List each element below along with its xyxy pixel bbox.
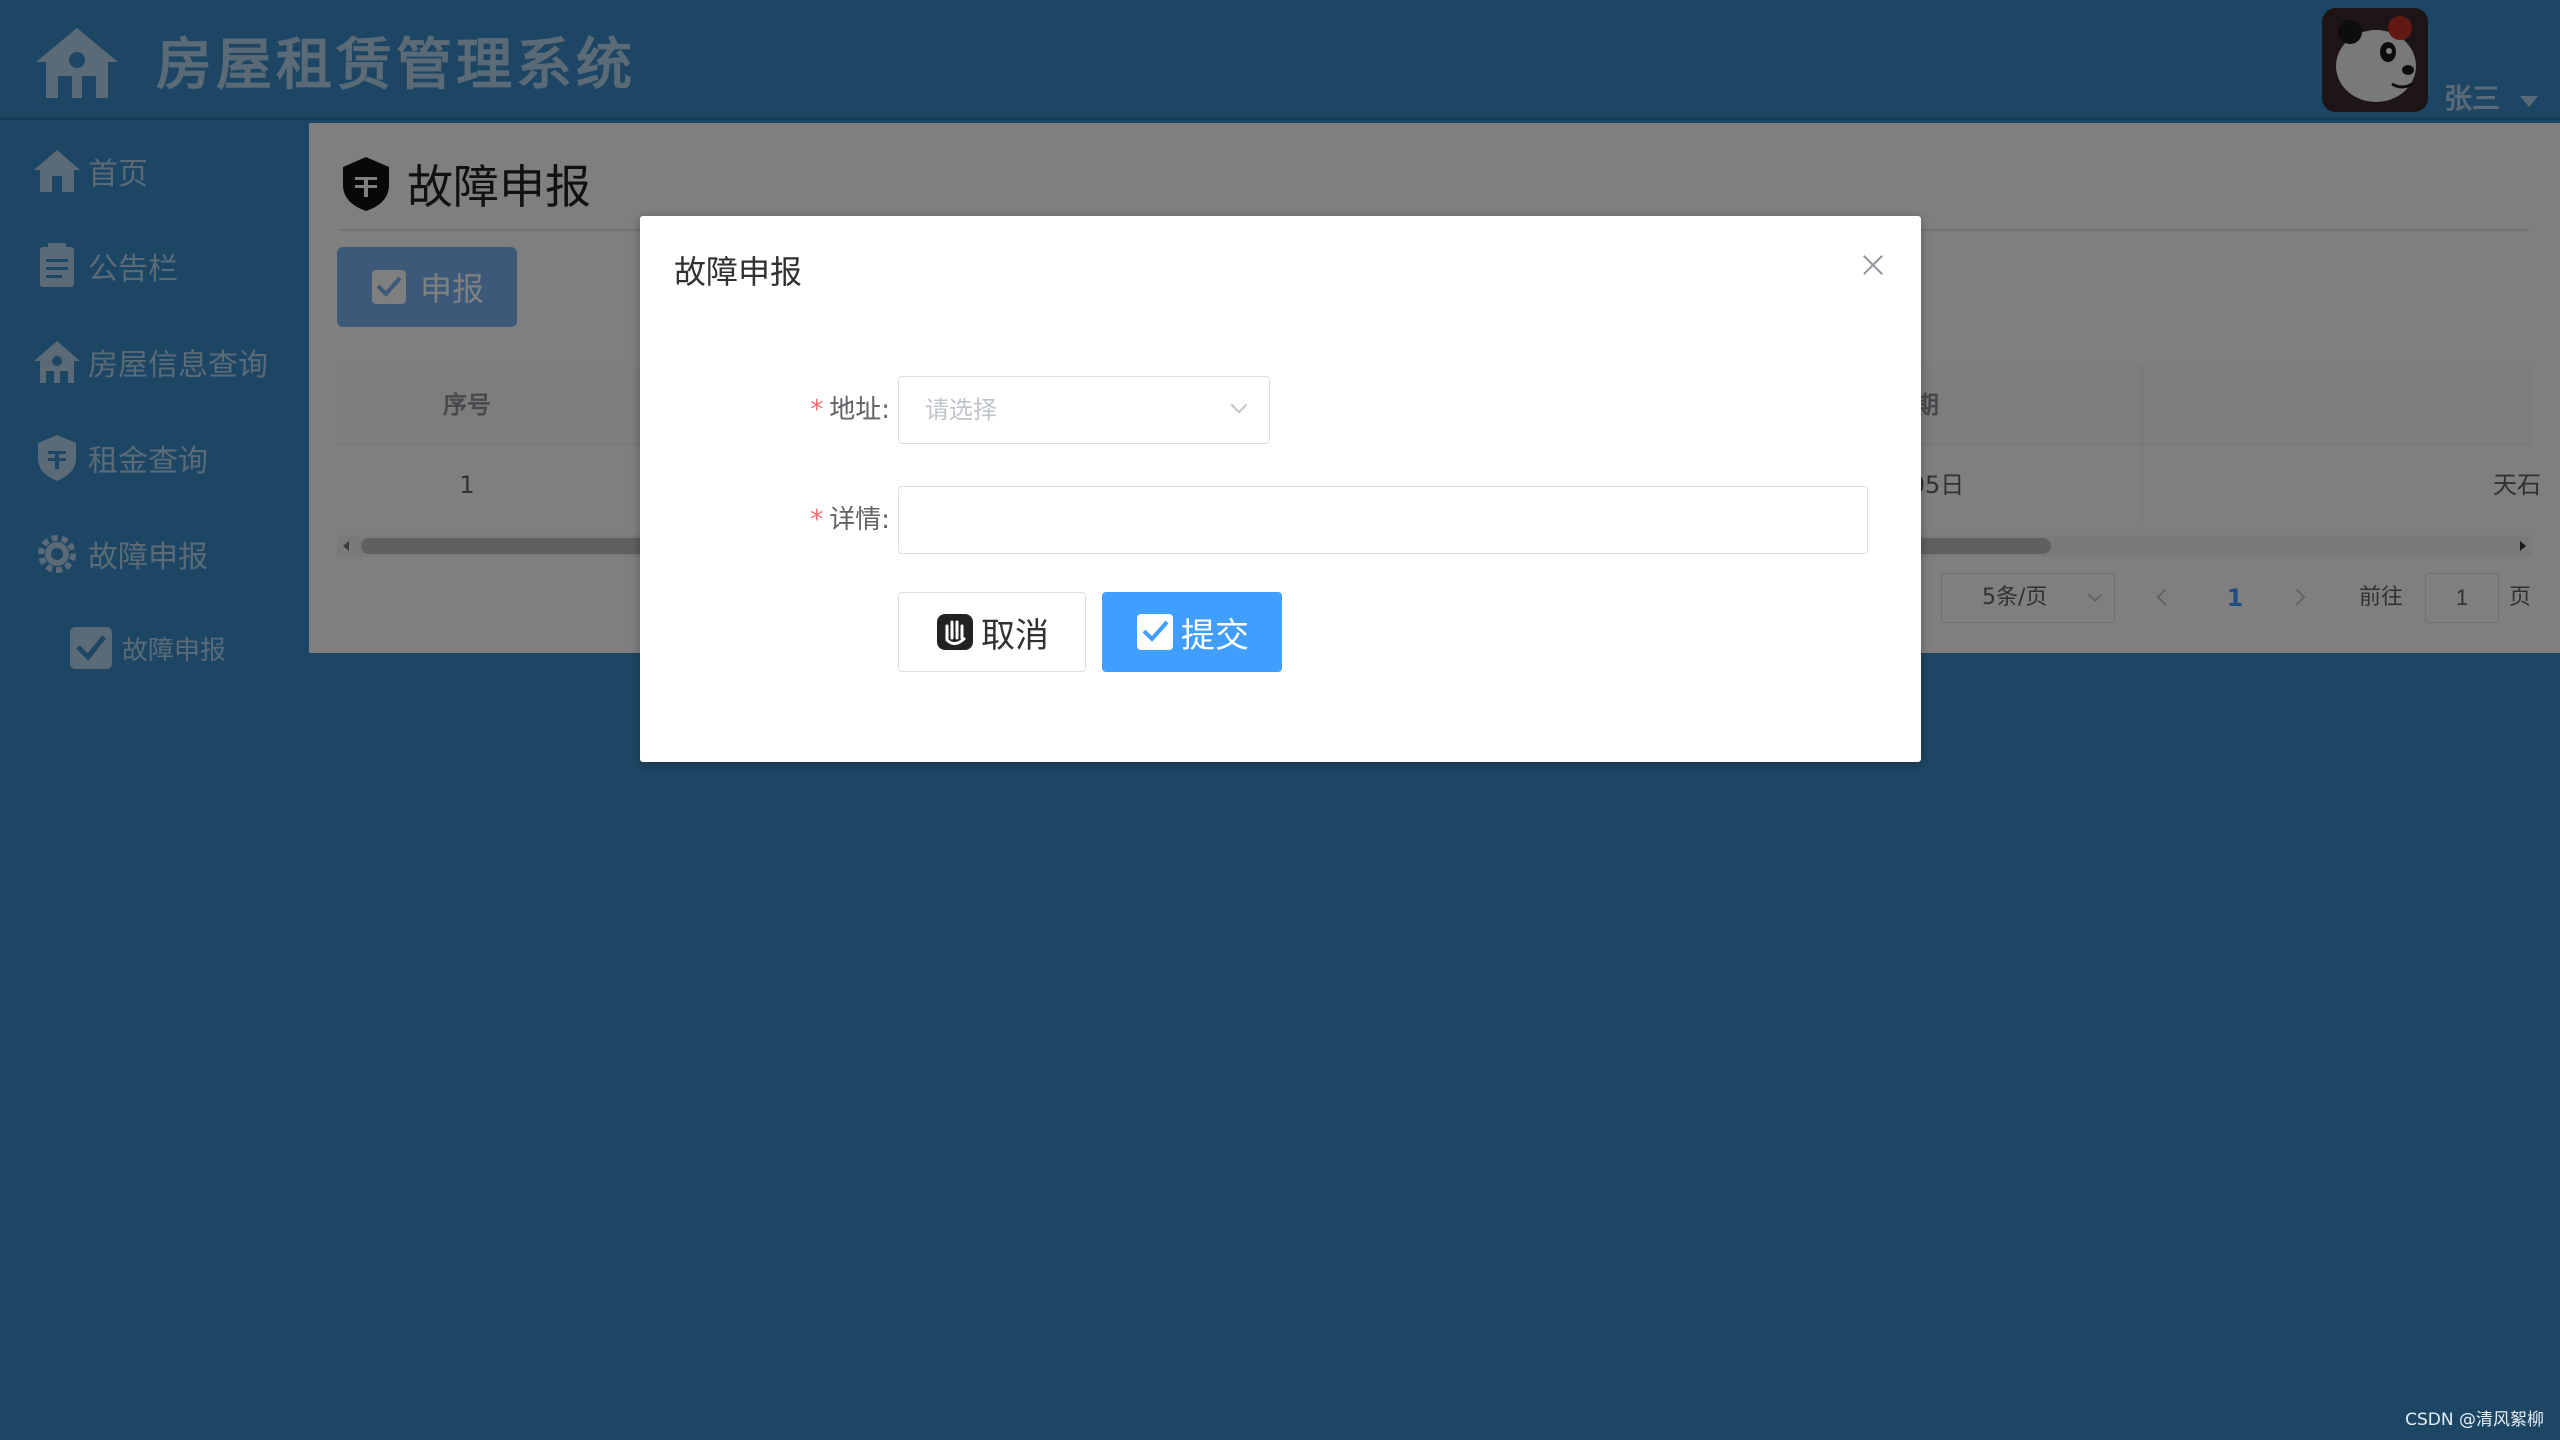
hand-stop-icon: [937, 614, 973, 650]
close-icon[interactable]: [1858, 250, 1888, 280]
dialog-title: 故障申报: [674, 253, 803, 291]
required-mark: *: [810, 395, 824, 425]
chevron-down-icon: [1230, 396, 1248, 414]
address-select-placeholder: 请选择: [925, 396, 997, 424]
watermark: CSDN @清风絮柳: [2405, 1410, 2544, 1430]
submit-button[interactable]: 提交: [1102, 592, 1282, 672]
address-label: * 地址:: [640, 376, 890, 444]
detail-label: * 详情:: [640, 486, 890, 554]
address-select[interactable]: 请选择: [898, 376, 1270, 444]
checkbox-icon: [1137, 614, 1173, 650]
address-label-text: 地址:: [829, 395, 890, 425]
detail-label-text: 详情:: [829, 505, 890, 535]
required-mark: *: [810, 505, 824, 535]
cancel-button-label: 取消: [981, 615, 1049, 656]
submit-button-label: 提交: [1181, 615, 1249, 656]
detail-input[interactable]: [898, 486, 1868, 554]
cancel-button[interactable]: 取消: [898, 592, 1086, 672]
fault-report-dialog: 故障申报 * 地址: 请选择 * 详情: 取消 提交: [640, 216, 1921, 762]
